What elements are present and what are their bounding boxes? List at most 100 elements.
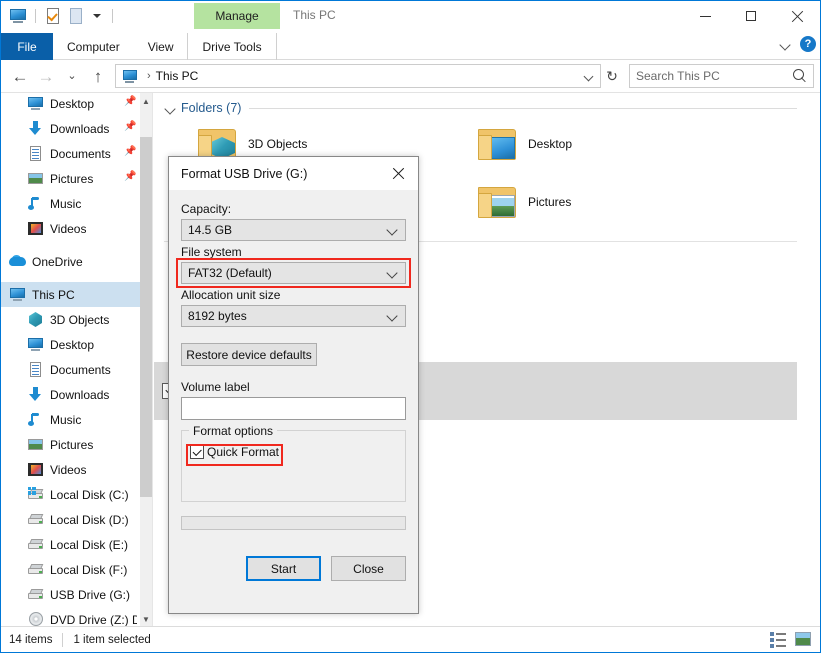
pin-icon[interactable]: 📌	[124, 96, 135, 107]
sidebar-item-label: Videos	[50, 222, 86, 236]
breadcrumb[interactable]: › This PC	[115, 64, 601, 88]
back-button[interactable]: ←	[7, 63, 33, 89]
minimize-icon	[700, 16, 711, 17]
sidebar-item-videos[interactable]: Videos	[1, 457, 141, 482]
pin-icon[interactable]: 📌	[124, 121, 135, 132]
capacity-select[interactable]: 14.5 GB	[181, 219, 406, 241]
forward-button[interactable]: →	[33, 63, 59, 89]
volume-label-input[interactable]	[181, 397, 406, 420]
tab-view[interactable]: View	[134, 33, 188, 60]
properties-icon[interactable]	[44, 7, 62, 25]
sidebar-item-label: Downloads	[50, 122, 109, 136]
pin-icon[interactable]: 📌	[124, 171, 135, 182]
start-button[interactable]: Start	[246, 556, 321, 581]
folders-group-header[interactable]: Folders (7)	[154, 93, 809, 119]
sidebar-item-label: Videos	[50, 463, 86, 477]
format-progress-bar	[181, 516, 406, 530]
dialog-close-button[interactable]	[378, 157, 418, 190]
content-scrollbar[interactable]	[797, 93, 809, 627]
dialog-title: Format USB Drive (G:)	[181, 167, 307, 181]
allocation-unit-label: Allocation unit size	[181, 288, 406, 302]
sidebar-item-label: This PC	[32, 288, 75, 302]
up-button[interactable]: ↑	[85, 63, 111, 89]
sidebar-item-local-disk-e[interactable]: Local Disk (E:)	[1, 532, 141, 557]
quick-format-row[interactable]: Quick Format	[182, 445, 405, 459]
restore-device-defaults-button[interactable]: Restore device defaults	[181, 343, 317, 366]
new-folder-icon[interactable]	[67, 7, 85, 25]
status-selection: 1 item selected	[73, 634, 150, 646]
search-input[interactable]	[636, 69, 793, 83]
file-system-value: FAT32 (Default)	[188, 266, 387, 280]
sidebar-item-documents[interactable]: Documents	[1, 357, 141, 382]
chevron-down-icon[interactable]	[164, 102, 177, 115]
refresh-button[interactable]: ↻	[601, 64, 623, 88]
folder-item[interactable]: Pictures	[474, 177, 754, 227]
file-system-label: File system	[181, 245, 406, 259]
navigation-scrollbar[interactable]: ▲ ▼	[140, 93, 152, 627]
folder-item-label: Desktop	[528, 137, 572, 151]
allocation-unit-value: 8192 bytes	[188, 309, 387, 323]
allocation-unit-select[interactable]: 8192 bytes	[181, 305, 406, 327]
sidebar-item-music[interactable]: Music	[1, 407, 141, 432]
close-button[interactable]	[774, 1, 820, 31]
tab-file[interactable]: File	[1, 33, 53, 60]
music-icon	[27, 195, 44, 212]
sidebar-item-usb-drive-g[interactable]: USB Drive (G:)	[1, 582, 141, 607]
refresh-icon: ↻	[606, 68, 618, 85]
videos-icon	[27, 461, 44, 478]
chevron-down-icon[interactable]	[582, 69, 596, 83]
file-system-select[interactable]: FAT32 (Default)	[181, 262, 406, 284]
maximize-button[interactable]	[728, 1, 774, 31]
sidebar-item-pictures[interactable]: Pictures	[1, 432, 141, 457]
sidebar-item-3d-objects[interactable]: 3D Objects	[1, 307, 141, 332]
sidebar-item-local-disk-c[interactable]: Local Disk (C:)	[1, 482, 141, 507]
sidebar-item-desktop[interactable]: Desktop	[1, 332, 141, 357]
sidebar-item-videos[interactable]: Videos	[1, 216, 141, 241]
downloads-icon	[27, 386, 44, 403]
customize-caret-icon[interactable]	[90, 7, 104, 25]
folders-group-title: Folders (7)	[181, 101, 241, 115]
sidebar-item-local-disk-f[interactable]: Local Disk (F:)	[1, 557, 141, 582]
sidebar-item-dvd-drive-z-d[interactable]: DVD Drive (Z:) D	[1, 607, 141, 627]
drive-icon	[27, 511, 44, 528]
documents-icon	[27, 145, 44, 162]
close-dialog-button[interactable]: Close	[331, 556, 406, 581]
contextual-tab-group-header: Manage	[194, 3, 280, 29]
music-icon	[27, 411, 44, 428]
tab-computer[interactable]: Computer	[53, 33, 134, 60]
sidebar-item-music[interactable]: Music	[1, 191, 141, 216]
search-box[interactable]	[629, 64, 814, 88]
this-pc-icon[interactable]	[9, 7, 27, 25]
folder-item[interactable]: Desktop	[474, 119, 754, 169]
minimize-button[interactable]	[682, 1, 728, 31]
chevron-down-icon[interactable]: ▼	[140, 611, 152, 627]
sidebar-item-this-pc[interactable]: This PC	[1, 282, 141, 307]
pin-icon[interactable]: 📌	[124, 146, 135, 157]
recent-locations-button[interactable]: ⌄	[59, 63, 85, 89]
pictures-icon	[27, 170, 44, 187]
sidebar-item-documents[interactable]: Documents📌	[1, 141, 141, 166]
status-divider	[62, 633, 63, 647]
chevron-up-icon[interactable]: ▲	[140, 93, 152, 109]
search-icon	[793, 69, 807, 83]
restore-device-defaults-label: Restore device defaults	[186, 348, 311, 362]
sidebar-item-onedrive[interactable]: OneDrive	[1, 249, 141, 274]
format-dialog: Format USB Drive (G:) Capacity: 14.5 GB …	[168, 156, 419, 614]
help-icon[interactable]: ?	[800, 36, 816, 52]
scrollbar-thumb[interactable]	[140, 137, 152, 497]
dialog-title-bar: Format USB Drive (G:)	[169, 157, 418, 190]
sidebar-item-desktop[interactable]: Desktop📌	[1, 93, 141, 116]
sidebar-item-label: Pictures	[50, 438, 93, 452]
close-button-label: Close	[353, 562, 384, 576]
large-icons-view-icon[interactable]	[795, 631, 812, 648]
maximize-icon	[746, 11, 756, 21]
tab-drive-tools[interactable]: Drive Tools	[187, 33, 276, 60]
quick-format-checkbox[interactable]	[190, 445, 204, 459]
sidebar-item-pictures[interactable]: Pictures📌	[1, 166, 141, 191]
sidebar-item-local-disk-d[interactable]: Local Disk (D:)	[1, 507, 141, 532]
sidebar-item-downloads[interactable]: Downloads	[1, 382, 141, 407]
sidebar-item-downloads[interactable]: Downloads 📌	[1, 116, 141, 141]
sidebar-item-label: Music	[50, 197, 81, 211]
chevron-down-icon[interactable]	[780, 38, 792, 50]
details-view-icon[interactable]	[770, 631, 787, 648]
